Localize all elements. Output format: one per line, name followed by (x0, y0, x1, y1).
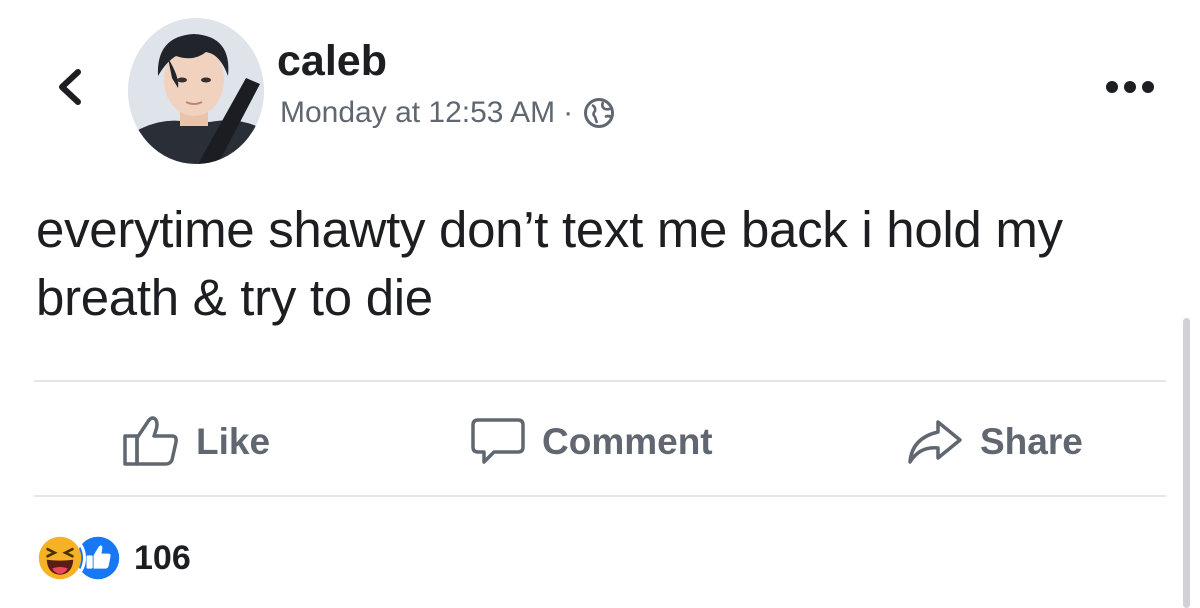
reaction-count: 106 (134, 539, 191, 577)
chevron-left-icon (59, 69, 81, 105)
comment-button[interactable]: Comment (470, 414, 713, 468)
more-options-button[interactable] (1100, 72, 1160, 102)
author-name[interactable]: caleb (277, 40, 387, 83)
ellipsis-icon (1106, 81, 1154, 93)
post-timestamp[interactable]: Monday at 12:53 AM (280, 98, 555, 128)
comment-label: Comment (542, 420, 713, 462)
divider-bottom (34, 495, 1166, 497)
like-button[interactable]: Like (122, 414, 270, 468)
like-label: Like (196, 420, 271, 462)
meta-separator: · (563, 96, 574, 129)
thumbs-up-icon (123, 416, 178, 466)
share-button[interactable]: Share (906, 414, 1083, 468)
globe-icon[interactable] (583, 97, 615, 129)
scrollbar[interactable] (1183, 318, 1190, 608)
comment-bubble-icon (471, 418, 525, 464)
share-arrow-icon (908, 420, 962, 464)
haha-reaction-icon (34, 532, 86, 584)
avatar[interactable] (128, 18, 264, 164)
divider-top (34, 380, 1166, 382)
reactions-summary[interactable]: 106 (34, 530, 191, 586)
share-label: Share (980, 420, 1083, 462)
back-button[interactable] (50, 62, 90, 112)
avatar-image (128, 18, 264, 164)
post-meta: Monday at 12:53 AM · (280, 93, 615, 133)
post-text: everytime shawty don’t text me back i ho… (36, 201, 1063, 326)
